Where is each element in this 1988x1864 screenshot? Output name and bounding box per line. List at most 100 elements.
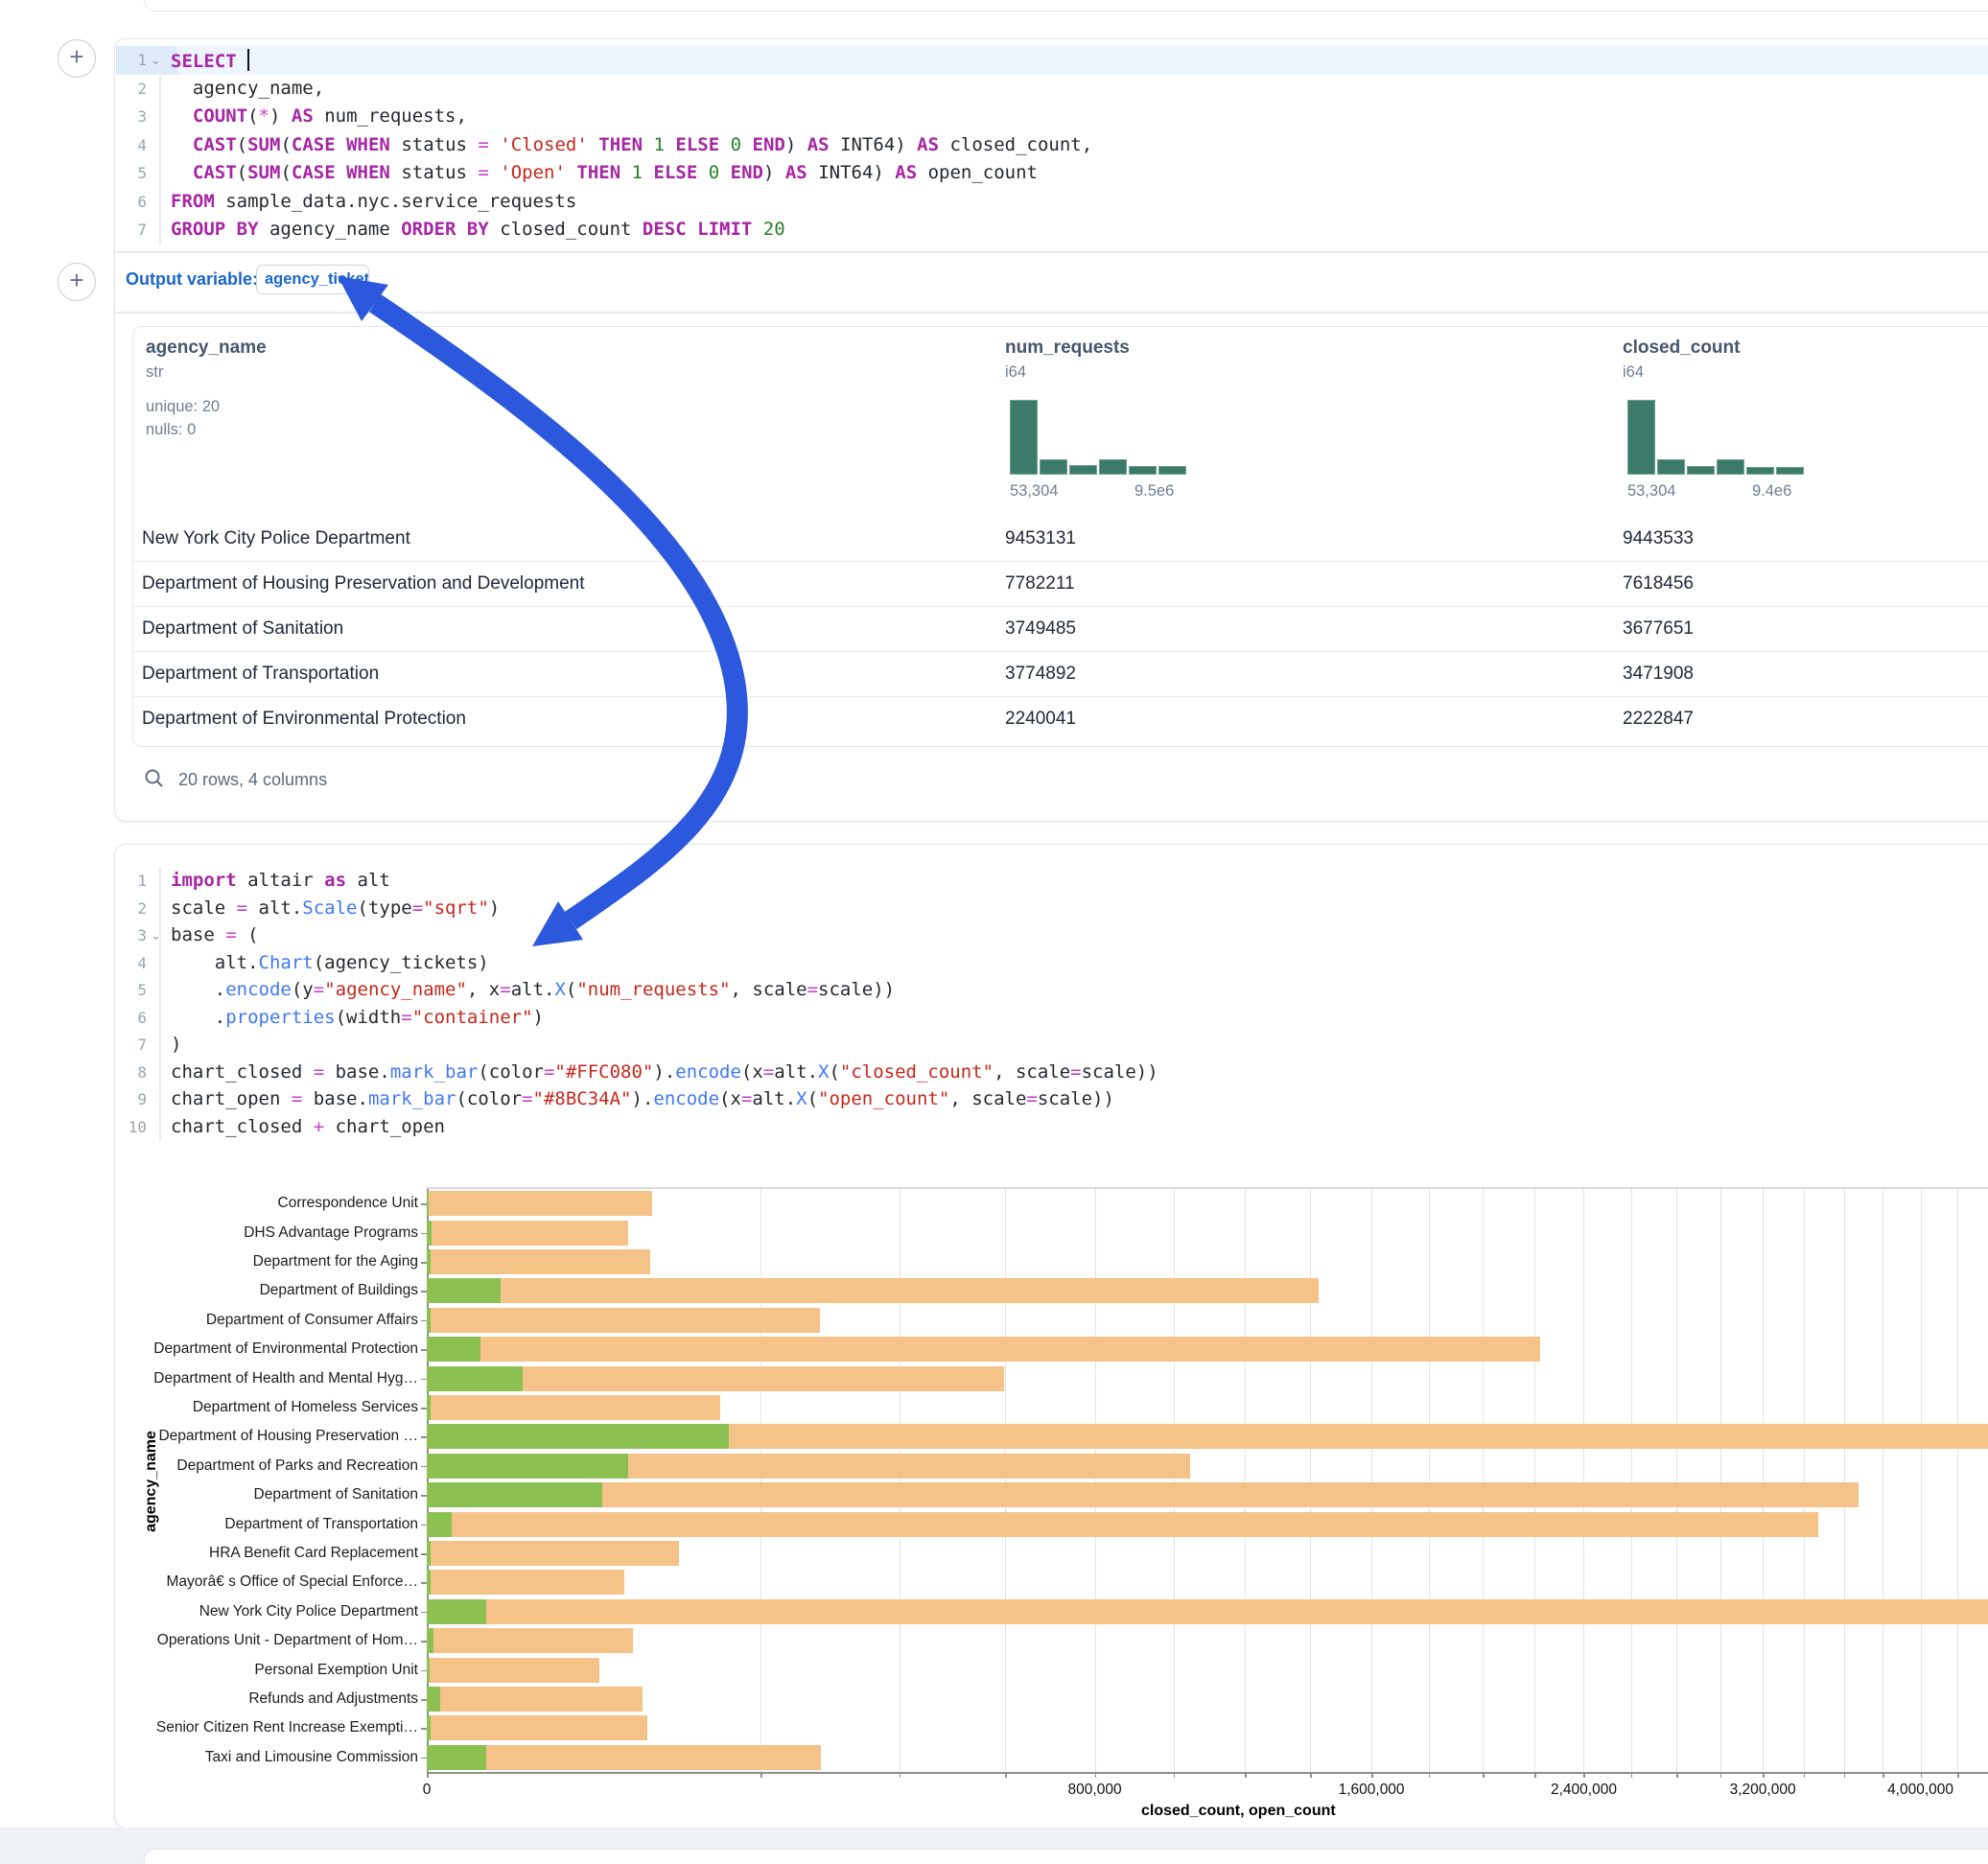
code-line[interactable]: chart_closed + chart_open — [171, 1116, 445, 1137]
x-axis-minor-tick — [1310, 1772, 1312, 1778]
gridline — [1844, 1189, 1845, 1772]
code-line[interactable]: chart_closed = base.mark_bar(color="#FFC… — [171, 1061, 1158, 1083]
x-axis-minor-tick — [1371, 1772, 1373, 1778]
column-header[interactable]: agency_name — [146, 338, 267, 359]
open-count-bar — [427, 1715, 431, 1740]
table-cell-agency: Department of Environmental Protection — [142, 709, 466, 730]
code-line[interactable]: .encode(y="agency_name", x=alt.X("num_re… — [171, 979, 895, 1000]
y-axis-label: HRA Benefit Card Replacement — [130, 1545, 418, 1562]
histogram-min-label: 53,304 — [1010, 482, 1058, 501]
table-cell-num-requests: 2240041 — [1005, 709, 1076, 730]
x-axis-minor-tick — [1844, 1772, 1846, 1778]
histogram-bar — [1069, 465, 1097, 475]
column-stat: nulls: 0 — [146, 421, 196, 439]
code-line[interactable]: ) — [171, 1034, 181, 1055]
closed-count-bar — [427, 1482, 1859, 1507]
add-cell-button[interactable]: + — [58, 263, 96, 301]
code-line[interactable]: CAST(SUM(CASE WHEN status = 'Closed' THE… — [171, 134, 1092, 155]
x-axis-minor-tick — [1095, 1772, 1097, 1778]
search-icon[interactable] — [144, 768, 165, 789]
code-line[interactable]: COUNT(*) AS num_requests, — [171, 105, 467, 127]
gridline — [1676, 1189, 1677, 1772]
gridline — [1245, 1189, 1246, 1772]
histogram-bar — [1010, 400, 1038, 475]
notebook-page: + + 1⌄SELECT 2 agency_name,3 COUNT(*) AS… — [0, 0, 1988, 1864]
previous-cell-edge — [144, 0, 1988, 12]
x-axis-minor-tick — [1631, 1772, 1633, 1778]
table-cell-closed-count: 3677651 — [1623, 618, 1694, 640]
gridline — [1095, 1189, 1096, 1772]
y-axis-label: Personal Exemption Unit — [130, 1662, 418, 1679]
gridline — [1957, 1189, 1958, 1772]
x-axis-tick — [427, 1772, 429, 1778]
line-number: 6 — [114, 1009, 147, 1027]
closed-count-bar — [427, 1278, 1319, 1303]
code-line[interactable]: SELECT — [171, 49, 249, 72]
code-line[interactable]: GROUP BY agency_name ORDER BY closed_cou… — [171, 219, 785, 240]
column-type: str — [146, 363, 163, 382]
code-line[interactable]: alt.Chart(agency_tickets) — [171, 952, 489, 973]
table-footer-summary: 20 rows, 4 columns — [178, 770, 327, 790]
gridline — [1631, 1189, 1632, 1772]
histogram-bar — [1040, 459, 1067, 475]
gridline — [1429, 1189, 1430, 1772]
x-axis-tick-label: 0 — [423, 1782, 432, 1799]
line-number: 2 — [114, 899, 147, 918]
plot-top-border — [427, 1187, 1988, 1189]
code-line[interactable]: .properties(width="container") — [171, 1007, 544, 1028]
histogram-bar — [1129, 466, 1157, 475]
y-axis-label: Senior Citizen Rent Increase Exempti… — [130, 1719, 418, 1736]
open-count-bar — [427, 1512, 452, 1537]
x-axis-tick-label: 1,600,000 — [1339, 1782, 1405, 1799]
y-axis-label: Department of Parks and Recreation — [130, 1457, 418, 1475]
code-line[interactable]: CAST(SUM(CASE WHEN status = 'Open' THEN … — [171, 162, 1038, 183]
x-axis-minor-tick — [1005, 1772, 1007, 1778]
text-cursor — [247, 49, 249, 71]
column-header[interactable]: closed_count — [1623, 338, 1740, 359]
code-line[interactable]: agency_name, — [171, 78, 324, 99]
code-line[interactable]: chart_open = base.mark_bar(color="#8BC34… — [171, 1088, 1114, 1109]
x-axis-line — [427, 1772, 1988, 1774]
histogram-bar — [1627, 400, 1655, 475]
x-axis-minor-tick — [1534, 1772, 1536, 1778]
table-cell-agency: Department of Transportation — [142, 664, 379, 685]
open-count-bar — [427, 1221, 432, 1246]
histogram-bar — [1099, 459, 1127, 475]
gridline — [1583, 1189, 1584, 1772]
table-cell-closed-count: 3471908 — [1623, 664, 1694, 685]
gutter-divider — [159, 46, 161, 245]
closed-count-bar — [427, 1599, 1988, 1624]
table-row-divider — [133, 606, 1988, 607]
column-header[interactable]: num_requests — [1005, 338, 1130, 359]
open-count-bar — [427, 1191, 429, 1216]
x-axis-minor-tick — [760, 1772, 762, 1778]
gridline — [1763, 1189, 1764, 1772]
gridline — [1310, 1189, 1311, 1772]
closed-count-bar — [427, 1308, 820, 1333]
x-axis-minor-tick — [1174, 1772, 1176, 1778]
output-variable-badge[interactable]: agency_tickets — [256, 265, 369, 294]
histogram-max-label: 9.4e6 — [1752, 482, 1791, 501]
y-axis-label: Department of Buildings — [130, 1282, 418, 1299]
code-line[interactable]: scale = alt.Scale(type="sqrt") — [171, 897, 500, 919]
table-cell-agency: Department of Sanitation — [142, 618, 343, 640]
line-number: 4 — [114, 136, 147, 154]
y-axis-label: Department of Sanitation — [130, 1486, 418, 1503]
table-row-divider — [133, 696, 1988, 697]
code-line[interactable]: FROM sample_data.nyc.service_requests — [171, 191, 576, 212]
gridline — [1534, 1189, 1535, 1772]
code-line[interactable]: import altair as alt — [171, 870, 390, 891]
y-axis-label: Mayorâ€ s Office of Special Enforce… — [130, 1573, 418, 1591]
table-cell-closed-count: 9443533 — [1623, 528, 1694, 549]
next-cell-edge — [144, 1849, 1988, 1864]
x-axis-tick-label: 3,200,000 — [1730, 1782, 1796, 1799]
closed-count-bar — [427, 1191, 652, 1216]
x-axis-minor-tick — [1483, 1772, 1485, 1778]
code-line[interactable]: base = ( — [171, 924, 259, 945]
line-number: 6 — [114, 193, 147, 211]
closed-count-bar — [427, 1628, 633, 1653]
y-axis-label: New York City Police Department — [130, 1603, 418, 1620]
add-cell-button[interactable]: + — [58, 39, 96, 78]
open-count-bar — [427, 1628, 433, 1653]
x-axis-title: closed_count, open_count — [1141, 1803, 1336, 1820]
